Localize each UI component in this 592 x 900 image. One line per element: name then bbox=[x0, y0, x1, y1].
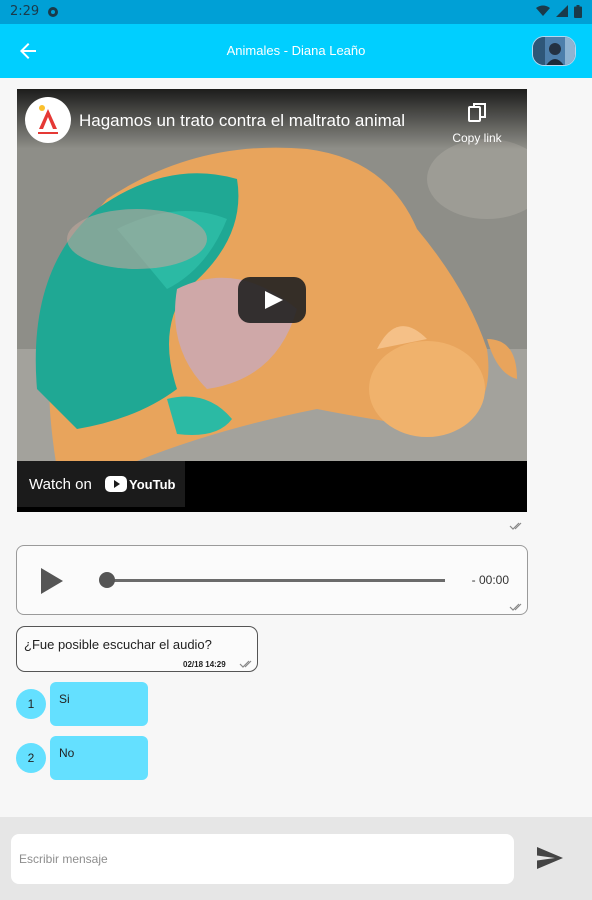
read-receipt-icon bbox=[509, 522, 522, 530]
copy-icon bbox=[468, 103, 486, 122]
copy-link-label: Copy link bbox=[452, 131, 502, 145]
youtube-video-embed[interactable]: Hagamos un trato contra el maltrato anim… bbox=[17, 89, 527, 512]
audio-seek-track[interactable] bbox=[113, 579, 445, 582]
read-receipt-icon bbox=[509, 603, 522, 611]
watch-on-youtube-button[interactable]: Watch on YouTube bbox=[17, 461, 185, 507]
page-title: Animales - Diana Leaño bbox=[226, 43, 366, 58]
avatar[interactable] bbox=[532, 36, 576, 66]
status-bar: 2:29 bbox=[0, 0, 592, 24]
video-play-button[interactable] bbox=[238, 277, 306, 323]
youtube-wordmark: YouTube bbox=[129, 477, 175, 492]
question-text: ¿Fue posible escuchar el audio? bbox=[24, 637, 212, 652]
audio-play-icon[interactable] bbox=[39, 566, 65, 596]
option-number: 2 bbox=[16, 743, 46, 773]
audio-seek-handle[interactable] bbox=[99, 572, 115, 588]
audio-player: - 00:00 bbox=[16, 545, 528, 615]
copy-link-button[interactable]: Copy link bbox=[447, 103, 507, 145]
read-receipt-icon bbox=[239, 660, 252, 668]
battery-icon bbox=[574, 5, 582, 18]
notification-icon bbox=[48, 7, 58, 17]
option-number: 1 bbox=[16, 689, 46, 719]
option-bubble[interactable]: No bbox=[50, 736, 148, 780]
video-title[interactable]: Hagamos un trato contra el maltrato anim… bbox=[79, 111, 405, 131]
app-bar: Animales - Diana Leaño bbox=[0, 24, 592, 78]
avatar-image bbox=[533, 37, 575, 65]
status-time: 2:29 bbox=[10, 4, 40, 19]
audio-time: - 00:00 bbox=[471, 573, 509, 587]
watch-on-label: Watch on bbox=[29, 476, 92, 493]
option-bubble[interactable]: Si bbox=[50, 682, 148, 726]
channel-logo-icon bbox=[38, 105, 58, 134]
wifi-icon bbox=[536, 5, 550, 16]
send-icon[interactable] bbox=[537, 847, 563, 869]
question-message: ¿Fue posible escuchar el audio? 02/18 14… bbox=[16, 626, 258, 672]
answer-option-1[interactable]: 1 Si bbox=[16, 682, 151, 726]
option-label: Si bbox=[59, 692, 70, 706]
system-icons bbox=[536, 5, 582, 18]
message-input[interactable] bbox=[11, 834, 514, 884]
message-timestamp: 02/18 14:29 bbox=[183, 660, 226, 669]
message-composer bbox=[0, 817, 592, 900]
answer-option-2[interactable]: 2 No bbox=[16, 736, 151, 780]
signal-icon bbox=[556, 5, 568, 17]
option-label: No bbox=[59, 746, 75, 760]
youtube-logo-icon: YouTube bbox=[105, 476, 175, 492]
channel-logo[interactable] bbox=[25, 97, 71, 143]
